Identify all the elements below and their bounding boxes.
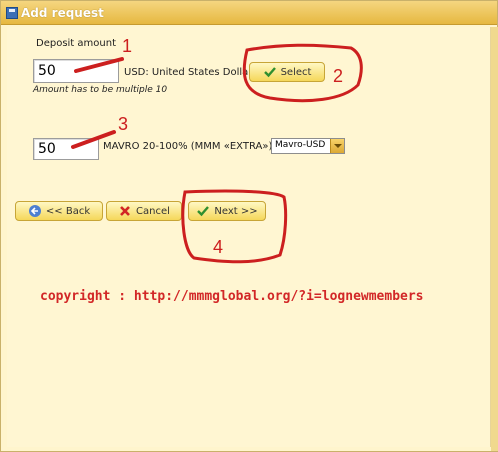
window-icon	[6, 7, 18, 19]
chevron-down-icon	[330, 139, 344, 153]
currency-label: USD: United States Dolla	[124, 67, 249, 78]
cancel-x-icon	[120, 206, 130, 216]
deposit-amount-label: Deposit amount	[36, 38, 116, 49]
window-title: Add request	[21, 6, 104, 20]
back-button-label: << Back	[45, 205, 91, 217]
next-button[interactable]: Next >>	[188, 201, 266, 221]
check-icon	[263, 67, 276, 78]
amount-input[interactable]	[33, 59, 119, 83]
right-rail	[491, 27, 498, 451]
mavro-label: MAVRO 20-100% (MMM «EXTRA»)	[103, 141, 273, 152]
cancel-button-label: Cancel	[136, 205, 170, 217]
copyright-text: copyright : http://mmmglobal.org/?i=logn…	[40, 289, 424, 304]
next-button-label: Next >>	[214, 205, 258, 217]
cancel-button[interactable]: Cancel	[106, 201, 182, 221]
mavro-currency-selected: Mavro-USD	[275, 140, 326, 150]
back-arrow-icon	[28, 205, 41, 217]
select-button-label: Select	[280, 66, 312, 78]
annotation-4: 4	[213, 237, 224, 257]
annotation-3: 3	[118, 114, 129, 134]
annotation-1: 1	[122, 36, 133, 56]
mavro-currency-select[interactable]: Mavro-USD	[271, 138, 345, 154]
check-icon	[197, 206, 210, 217]
select-button[interactable]: Select	[249, 62, 325, 82]
back-button[interactable]: << Back	[15, 201, 103, 221]
mavro-amount-input[interactable]	[33, 138, 99, 160]
title-bar: Add request	[1, 1, 497, 25]
annotation-2: 2	[333, 66, 344, 86]
add-request-window: Add request Deposit amount USD: United S…	[0, 0, 498, 452]
amount-hint: Amount has to be multiple 10	[33, 85, 168, 95]
